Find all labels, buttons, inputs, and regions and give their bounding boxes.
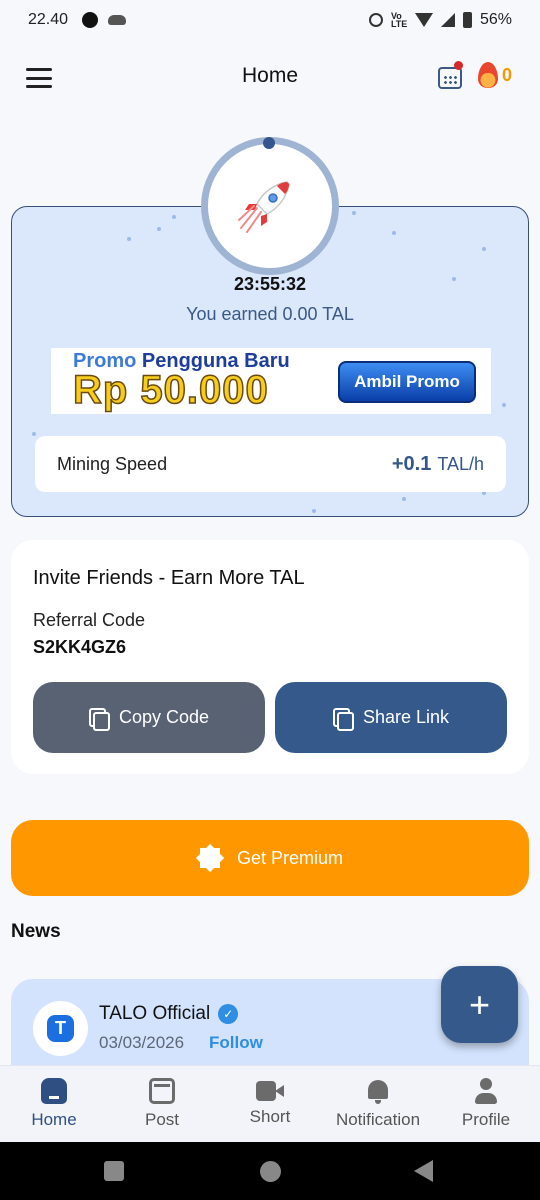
mining-speed-label: Mining Speed — [57, 453, 168, 474]
status-bar: 22.40 Vo LTE 56% — [0, 0, 540, 40]
battery-level: 56% — [479, 11, 512, 28]
mining-speed-box: Mining Speed +0.1 TAL/h — [35, 436, 506, 492]
nav-profile-label: Profile — [461, 1110, 511, 1129]
invite-card: Invite Friends - Earn More TAL Referral … — [11, 540, 529, 774]
referral-label: Referral Code — [33, 610, 146, 630]
home-icon — [41, 1078, 67, 1104]
share-link-button[interactable]: Share Link — [275, 682, 507, 753]
follow-button[interactable]: Follow — [209, 1033, 263, 1053]
promo-amount: Rp 50.000 — [72, 367, 269, 413]
create-post-fab[interactable]: + — [441, 966, 518, 1043]
mining-speed-value: +0.1 — [391, 452, 432, 475]
wifi-icon — [414, 13, 433, 27]
news-heading: News — [11, 921, 61, 942]
back-icon[interactable] — [414, 1160, 433, 1182]
mining-speed-unit: TAL/h — [437, 453, 484, 474]
profile-icon — [473, 1078, 499, 1104]
streak-button[interactable]: 0 — [478, 62, 512, 88]
nav-short[interactable]: Short — [216, 1066, 324, 1142]
home-circle-icon[interactable] — [260, 1161, 281, 1182]
premium-badge-icon — [197, 845, 223, 871]
post-icon — [149, 1078, 175, 1104]
nav-profile[interactable]: Profile — [432, 1066, 540, 1142]
copy-icon — [332, 707, 354, 731]
nav-short-label: Short — [249, 1107, 291, 1126]
app-header: Home 0 — [0, 50, 540, 106]
post-author[interactable]: TALO Official ✓ — [99, 1003, 239, 1025]
notification-dot-icon — [82, 12, 99, 28]
alarm-icon — [368, 13, 383, 27]
battery-icon — [462, 12, 472, 28]
copy-code-button[interactable]: Copy Code — [33, 682, 265, 753]
talo-logo-icon: T — [47, 1015, 74, 1042]
avatar[interactable]: T — [33, 1001, 88, 1056]
post-date: 03/03/2026 — [99, 1033, 185, 1052]
cloud-icon — [108, 15, 127, 25]
invite-title: Invite Friends - Earn More TAL — [33, 567, 305, 589]
calendar-alert-dot — [454, 61, 463, 70]
nav-notification-label: Notification — [335, 1110, 421, 1129]
flame-icon — [478, 62, 498, 88]
system-nav-bar — [0, 1142, 540, 1200]
nav-post[interactable]: Post — [108, 1066, 216, 1142]
copy-code-label: Copy Code — [118, 707, 210, 727]
nav-home[interactable]: Home — [0, 1066, 108, 1142]
status-icons: Vo LTE 56% — [368, 11, 512, 29]
video-icon — [256, 1081, 284, 1101]
streak-count: 0 — [502, 64, 513, 85]
get-premium-button[interactable]: Get Premium — [11, 820, 529, 896]
promo-banner[interactable]: Promo Pengguna Baru Rp 50.000 Ambil Prom… — [51, 348, 491, 414]
earned-text: You earned 0.00 TAL — [186, 304, 354, 324]
nav-home-label: Home — [31, 1110, 77, 1129]
post-author-name: TALO Official — [99, 1003, 211, 1024]
status-time: 22.40 — [28, 11, 69, 28]
promo-claim-button[interactable]: Ambil Promo — [338, 361, 476, 403]
recents-icon[interactable] — [104, 1161, 124, 1181]
nav-post-label: Post — [144, 1110, 180, 1129]
calendar-icon[interactable] — [438, 61, 463, 89]
bell-icon — [365, 1078, 391, 1104]
nav-notification[interactable]: Notification — [324, 1066, 432, 1142]
verified-icon: ✓ — [218, 1004, 239, 1024]
mining-progress-knob — [263, 137, 275, 149]
share-link-label: Share Link — [362, 707, 450, 727]
get-premium-label: Get Premium — [236, 847, 344, 868]
mining-timer: 23:55:32 — [233, 274, 307, 294]
rocket-icon — [238, 181, 290, 233]
copy-icon — [88, 707, 110, 731]
volte-icon: Vo LTE — [390, 11, 408, 29]
referral-code: S2KK4GZ6 — [33, 637, 127, 657]
signal-icon — [440, 13, 455, 27]
bottom-nav: Home Post Short Notification Profile — [0, 1065, 540, 1142]
